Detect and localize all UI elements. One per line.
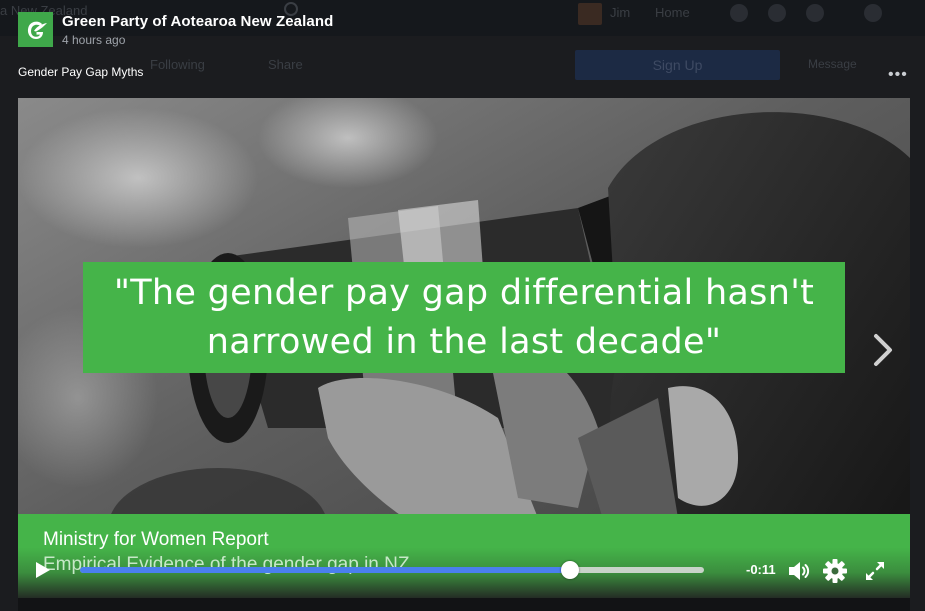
green-party-logo[interactable] xyxy=(18,12,53,47)
background-signup-button: Sign Up xyxy=(575,50,780,80)
background-message: Message xyxy=(808,57,857,71)
leaf-g-icon xyxy=(27,21,47,39)
caption-bar: Ministry for Women Report Empirical Evid… xyxy=(18,514,910,598)
play-icon[interactable] xyxy=(34,560,52,580)
chevron-right-icon[interactable] xyxy=(868,330,898,370)
time-remaining: -0:11 xyxy=(746,562,776,577)
background-share: Share xyxy=(268,57,303,72)
avatar xyxy=(578,3,602,25)
video-player[interactable]: "The gender pay gap differential hasn't … xyxy=(18,98,910,598)
caption-title: Ministry for Women Report xyxy=(43,529,269,550)
volume-icon[interactable] xyxy=(786,558,812,584)
fullscreen-icon[interactable] xyxy=(862,558,888,584)
post-title: Gender Pay Gap Myths xyxy=(18,65,144,79)
post-timestamp[interactable]: 4 hours ago xyxy=(62,33,125,47)
progress-fill xyxy=(80,567,571,573)
messages-icon xyxy=(768,4,786,22)
help-icon xyxy=(864,4,882,22)
notifications-icon xyxy=(806,4,824,22)
quote-text: "The gender pay gap differential hasn't … xyxy=(114,269,814,367)
quote-overlay: "The gender pay gap differential hasn't … xyxy=(83,262,845,373)
bottom-strip xyxy=(18,598,910,611)
background-following: Following xyxy=(150,57,205,72)
quote-line-1: "The gender pay gap differential hasn't xyxy=(113,272,815,313)
page-name-link[interactable]: Green Party of Aotearoa New Zealand xyxy=(62,13,333,30)
quote-line-2: narrowed in the last decade" xyxy=(206,321,722,362)
gear-icon[interactable] xyxy=(822,558,848,584)
more-dots-icon: ••• xyxy=(888,66,908,83)
progress-bar[interactable] xyxy=(80,561,704,579)
more-options-button[interactable]: ••• xyxy=(888,66,908,84)
friends-icon xyxy=(730,4,748,22)
background-user-name: Jim xyxy=(610,5,631,20)
background-nav-home: Home xyxy=(655,5,690,20)
